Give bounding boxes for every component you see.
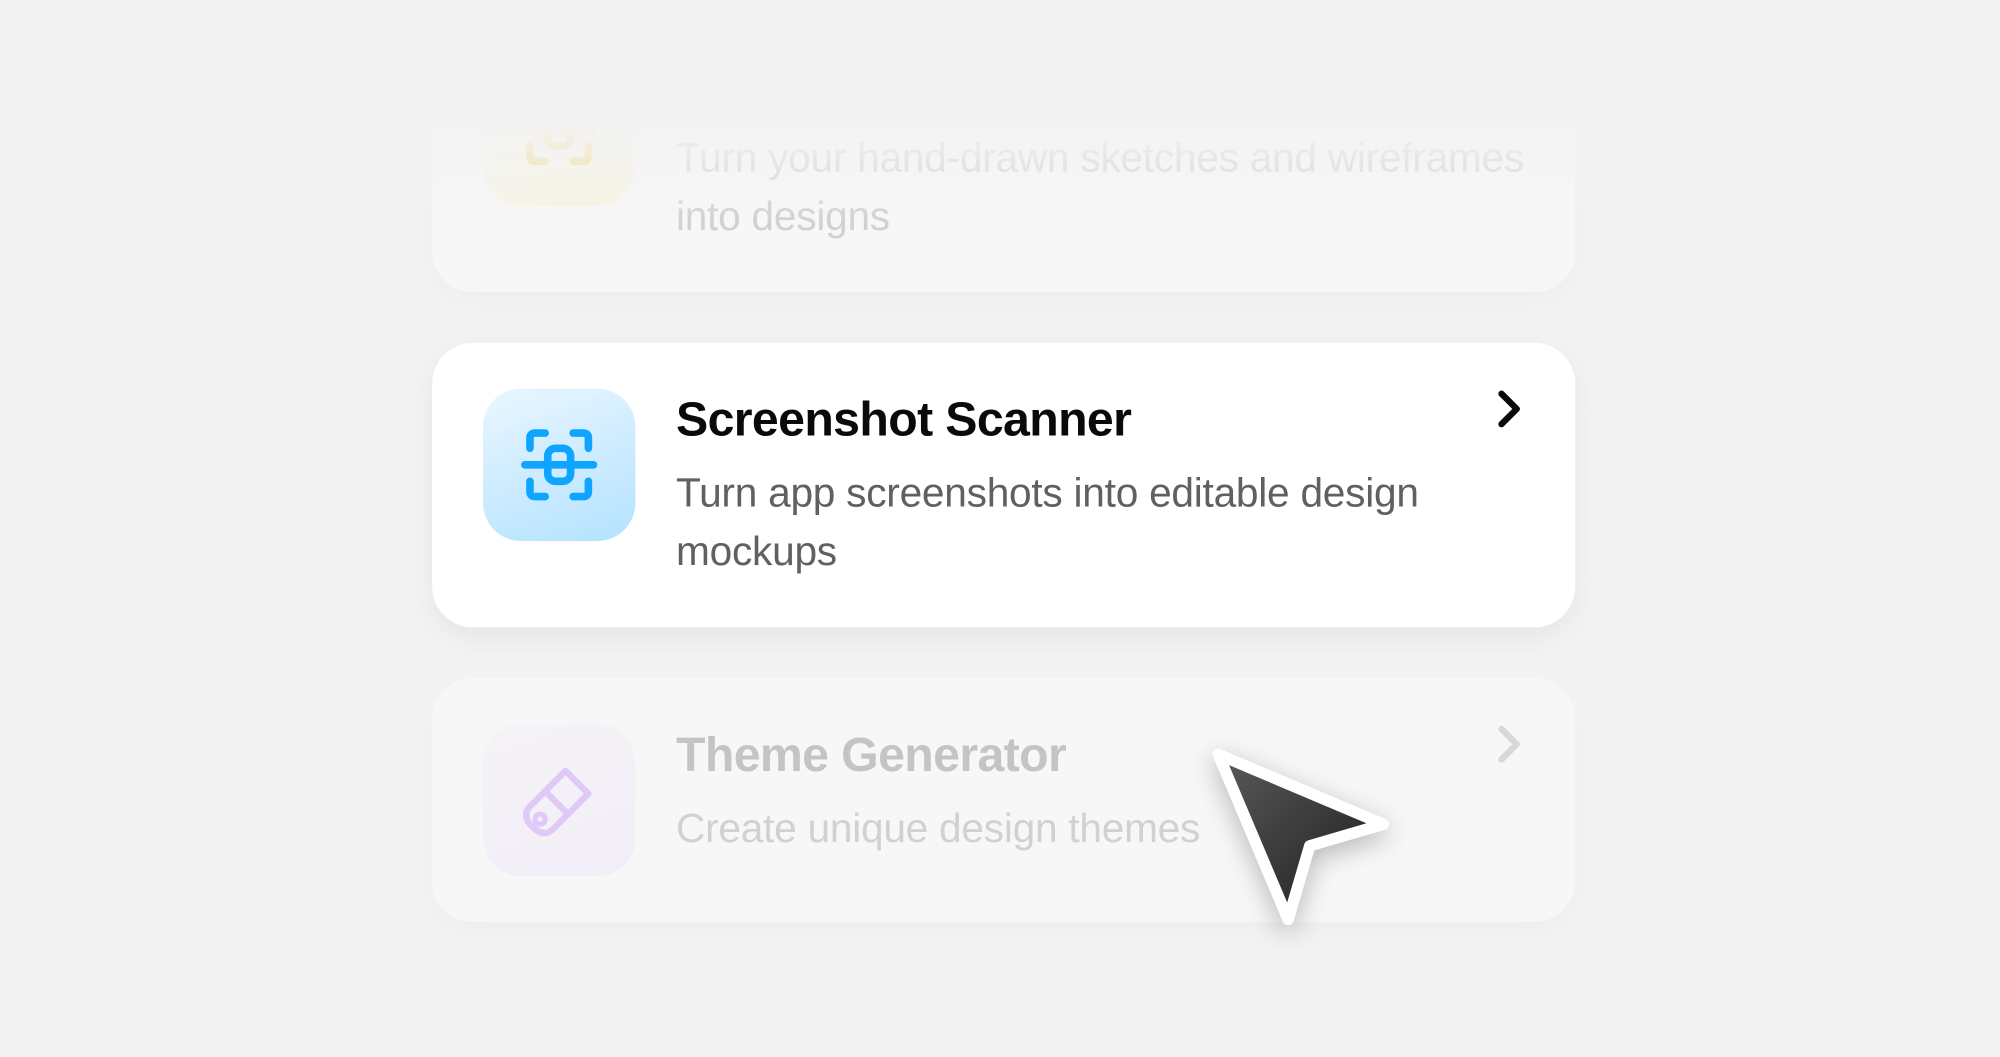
card-content: Screenshot Scanner Turn app screenshots … xyxy=(676,388,1524,581)
theme-generator-icon xyxy=(482,723,634,875)
card-title: Screenshot Scanner xyxy=(676,393,1524,448)
feature-list-panel: Wireframe Scanner Turn your hand-drawn s… xyxy=(0,122,2000,1057)
chevron-right-icon xyxy=(1493,728,1523,758)
card-description: Turn your hand-drawn sketches and wirefr… xyxy=(676,128,1524,246)
card-wireframe-scanner[interactable]: Wireframe Scanner Turn your hand-drawn s… xyxy=(432,122,1575,292)
screenshot-scanner-icon xyxy=(482,388,634,540)
wireframe-scanner-icon xyxy=(482,122,634,206)
fade-bottom xyxy=(0,980,2000,1056)
chevron-right-icon xyxy=(1493,393,1523,423)
card-screenshot-scanner[interactable]: Screenshot Scanner Turn app screenshots … xyxy=(432,343,1575,627)
card-description: Turn app screenshots into editable desig… xyxy=(676,463,1524,581)
mouse-cursor-icon xyxy=(1192,729,1408,945)
card-content: Wireframe Scanner Turn your hand-drawn s… xyxy=(676,122,1524,246)
